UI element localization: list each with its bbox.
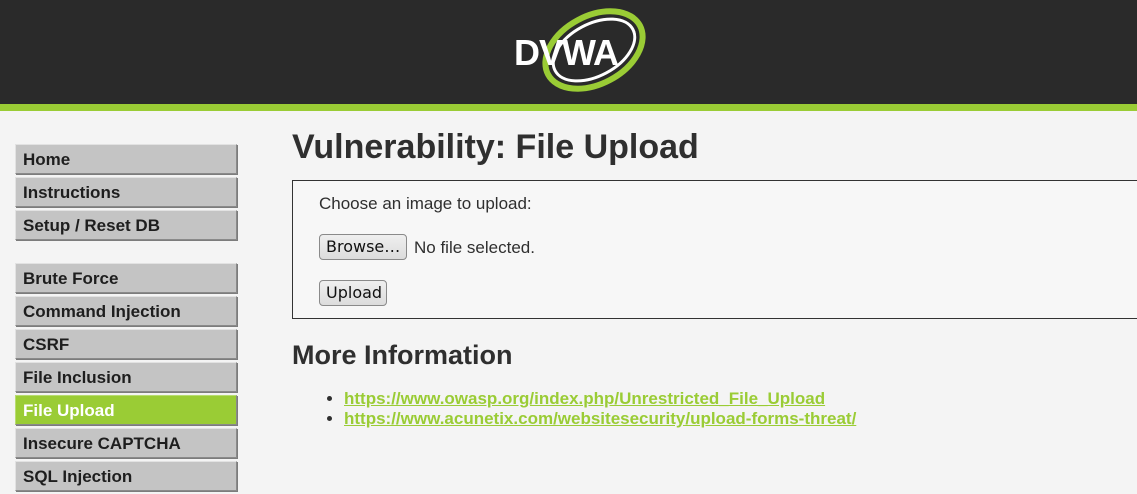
sidebar-item-instructions[interactable]: Instructions (15, 177, 237, 207)
sidebar-menu: Home Instructions Setup / Reset DB Brute Fo… (15, 144, 237, 494)
more-information-heading: More Information (292, 340, 513, 370)
main-content: Vulnerability: File Upload Choose an ima… (292, 126, 1137, 428)
owasp-link[interactable]: https://www.owasp.org/index.php/Unrestri… (344, 389, 825, 408)
sidebar-item-home[interactable]: Home (15, 144, 237, 174)
sidebar-item-brute-force[interactable]: Brute Force (15, 263, 237, 293)
menu-divider (15, 243, 237, 263)
sidebar-item-file-upload[interactable]: File Upload (15, 395, 237, 425)
browse-button[interactable]: Browse… (319, 234, 407, 260)
upload-button[interactable]: Upload (319, 280, 387, 306)
sidebar-item-setup-reset-db[interactable]: Setup / Reset DB (15, 210, 237, 240)
page-title: Vulnerability: File Upload (292, 128, 699, 166)
header-bar: DVWA (0, 0, 1137, 111)
upload-prompt-label: Choose an image to upload: (319, 194, 532, 213)
sidebar-item-sql-injection[interactable]: SQL Injection (15, 461, 237, 491)
sidebar-item-command-injection[interactable]: Command Injection (15, 296, 237, 326)
upload-form: Choose an image to upload: Browse… No fi… (292, 180, 1137, 319)
sidebar-item-insecure-captcha[interactable]: Insecure CAPTCHA (15, 428, 237, 458)
file-status-text: No file selected. (414, 238, 535, 257)
list-item: https://www.owasp.org/index.php/Unrestri… (344, 389, 856, 409)
svg-text:DVWA: DVWA (514, 32, 619, 73)
list-item: https://www.acunetix.com/websitesecurity… (344, 409, 856, 429)
more-information-links: https://www.owasp.org/index.php/Unrestri… (292, 389, 856, 429)
sidebar-item-csrf[interactable]: CSRF (15, 329, 237, 359)
sidebar-item-file-inclusion[interactable]: File Inclusion (15, 362, 237, 392)
acunetix-link[interactable]: https://www.acunetix.com/websitesecurity… (344, 409, 856, 428)
dvwa-logo[interactable]: DVWA (510, 8, 656, 92)
